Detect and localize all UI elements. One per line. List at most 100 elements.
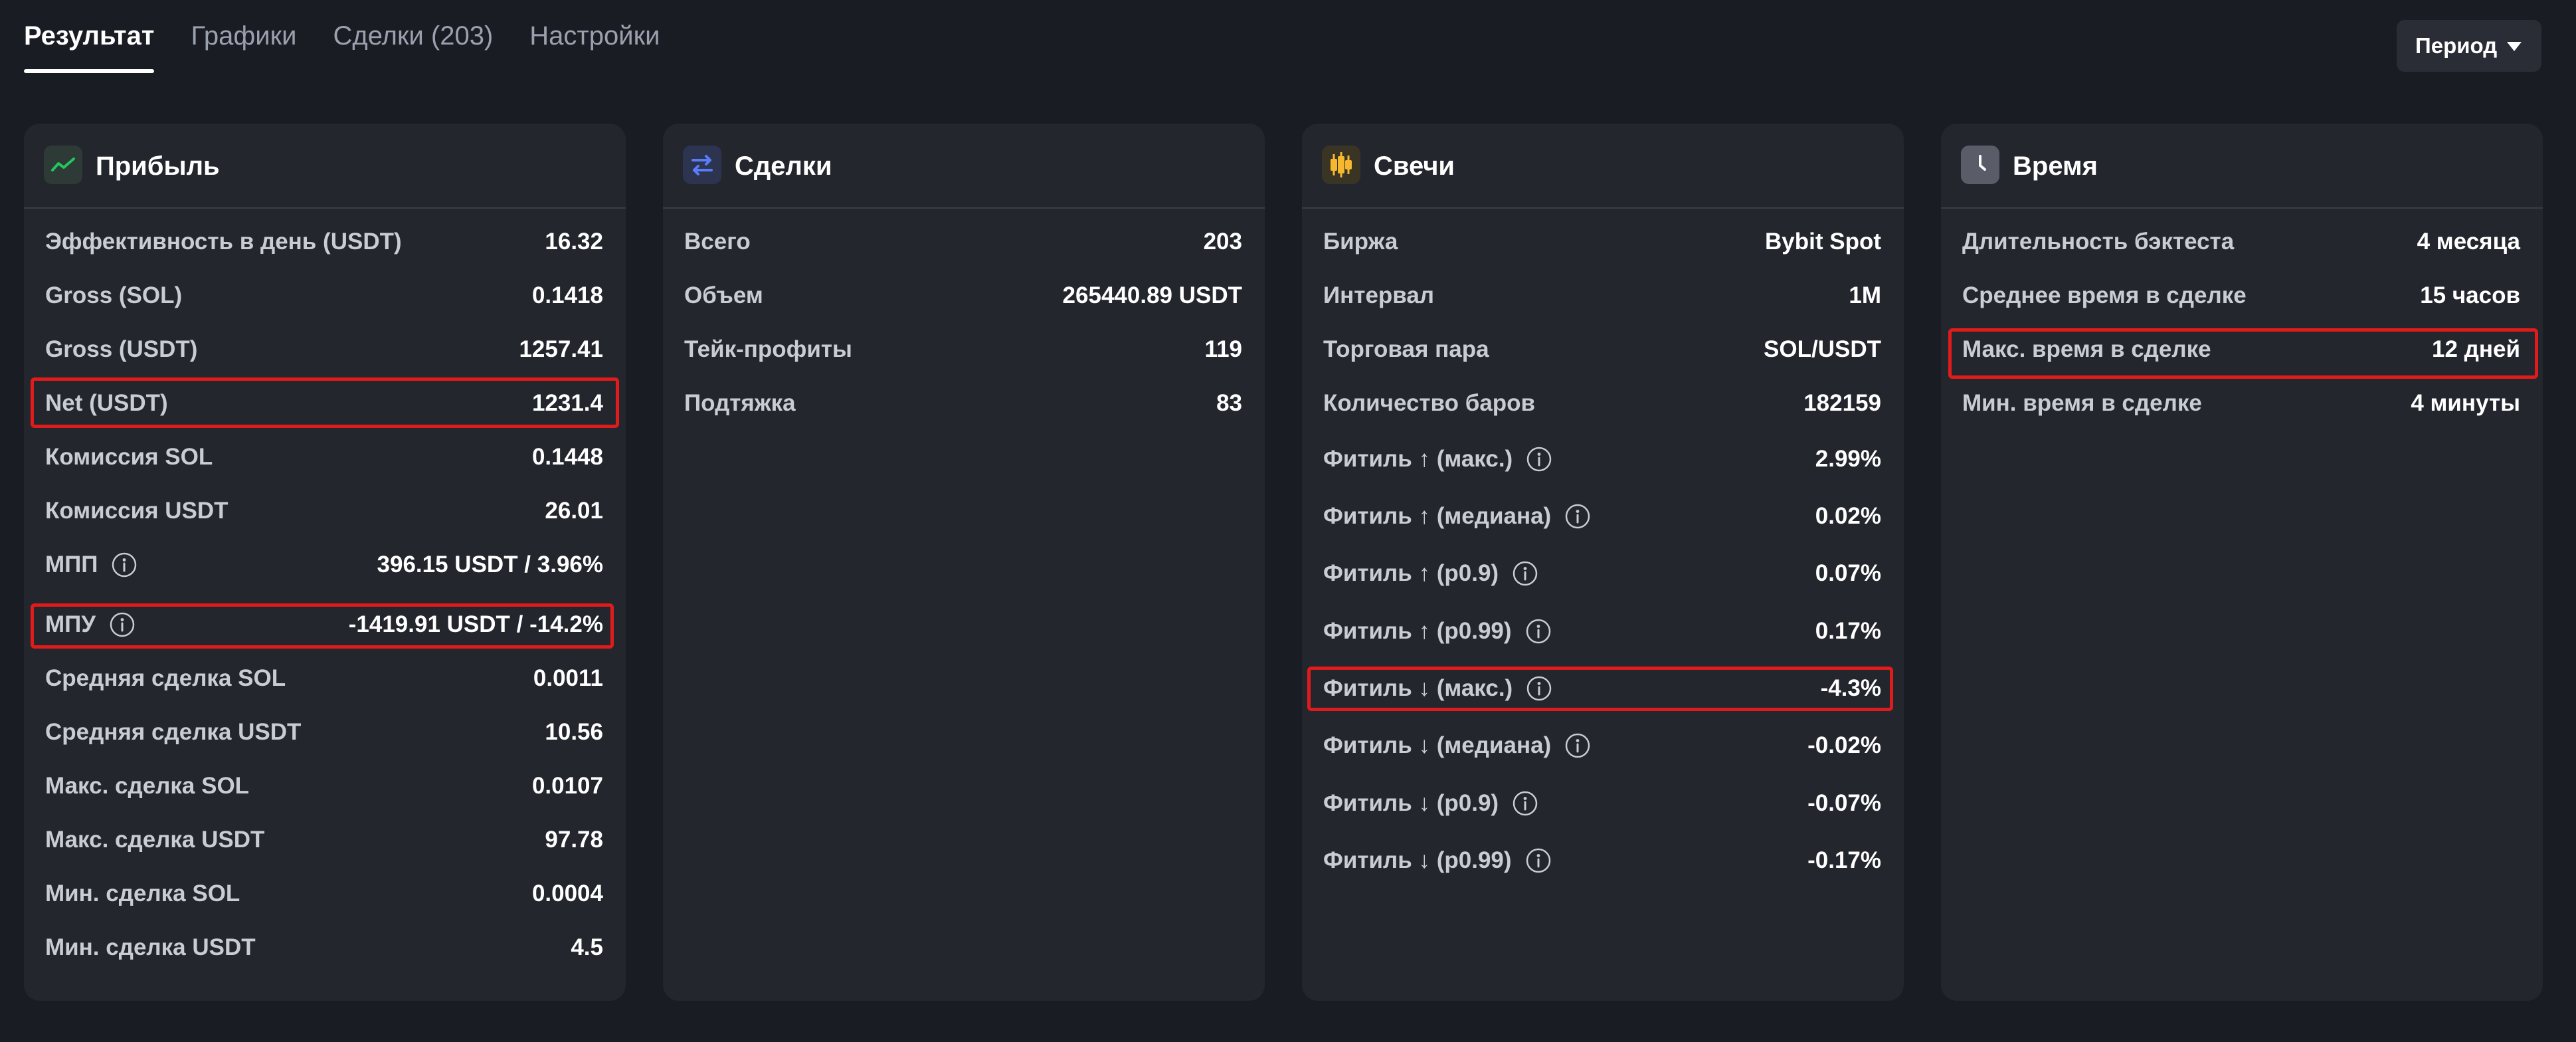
deals-card: Сделки Всего 203 Объем 265440.89 USDT Тейк-п… [663, 124, 1265, 1001]
candles-stat-row: Фитиль ↑ (p0.99) 0.17% [1323, 611, 1881, 651]
candles-stat-label-text: Фитиль ↓ (медиана) [1323, 732, 1552, 758]
profit-stat-row: Net (USDT) 1231.4 [45, 383, 603, 423]
candles-card-header: Свечи [1302, 124, 1904, 209]
profit-card-title: Прибыль [96, 152, 220, 181]
tab-deals[interactable]: Сделки (203) [333, 0, 493, 49]
profit-stat-value: 0.0107 [531, 773, 603, 799]
deals-stat-value: 119 [1204, 336, 1242, 362]
profit-stat-row: МПП 396.15 USDT / 3.96% [45, 545, 603, 585]
time-stat-label: Мин. время в сделке [1962, 383, 2202, 423]
info-icon[interactable] [1525, 847, 1552, 874]
time-card-header: Время [1941, 124, 2543, 209]
profit-stat-row: Комиссия USDT 26.01 [45, 491, 603, 531]
profit-stat-row: Макс. сделка USDT 97.78 [45, 820, 603, 860]
profit-stat-value: 0.0004 [531, 881, 603, 906]
deals-stat-label: Тейк-профиты [684, 330, 852, 369]
profit-stat-value: 0.1418 [531, 282, 603, 308]
candles-icon [1322, 146, 1360, 184]
profit-stat-value: 0.0011 [533, 665, 603, 691]
candles-stat-row: Фитиль ↓ (p0.9) -0.07% [1323, 783, 1881, 823]
candles-stat-value: -0.02% [1807, 732, 1881, 758]
time-stat-label: Среднее время в сделке [1962, 276, 2247, 316]
profit-stat-label-text: Комиссия USDT [45, 498, 229, 524]
profit-stat-value: -1419.91 USDT / -14.2% [348, 611, 603, 637]
info-icon[interactable] [1525, 618, 1552, 645]
period-dropdown[interactable]: Период [2397, 20, 2541, 72]
tab-result[interactable]: Результат [24, 0, 155, 73]
profit-stat-value: 396.15 USDT / 3.96% [377, 552, 603, 577]
profit-stat-value: 26.01 [545, 498, 603, 524]
deals-stat-row: Тейк-профиты 119 [684, 330, 1242, 369]
deals-stat-label: Всего [684, 222, 751, 262]
profit-stat-label: Средняя сделка SOL [45, 659, 286, 698]
candles-stat-label-text: Интервал [1323, 282, 1435, 308]
deals-stat-value: 265440.89 USDT [1062, 282, 1242, 308]
candles-stat-row: Фитиль ↑ (макс.) 2.99% [1323, 439, 1881, 479]
candles-stat-row: Торговая пара SOL/USDT [1323, 330, 1881, 369]
profit-stat-label-text: Эффективность в день (USDT) [45, 229, 402, 255]
candles-stat-value: -0.07% [1807, 790, 1881, 816]
time-stat-row: Макс. время в сделке 12 дней [1962, 330, 2520, 369]
info-icon[interactable] [1564, 732, 1591, 759]
candles-stat-label: Фитиль ↑ (p0.99) [1323, 611, 1552, 651]
candles-stat-label-text: Количество баров [1323, 390, 1536, 416]
deals-stat-label-text: Подтяжка [684, 390, 796, 416]
candles-stat-value: 0.17% [1815, 618, 1881, 644]
profit-stat-label: Средняя сделка USDT [45, 712, 301, 752]
profit-stat-label-text: МПП [45, 552, 98, 577]
profit-stat-label-text: Макс. сделка USDT [45, 827, 265, 853]
info-icon[interactable] [1512, 790, 1538, 817]
profit-stat-label: Gross (USDT) [45, 330, 197, 369]
profit-stat-row: Gross (USDT) 1257.41 [45, 330, 603, 369]
info-icon[interactable] [1564, 503, 1591, 530]
deals-stat-row: Объем 265440.89 USDT [684, 276, 1242, 316]
time-stat-label-text: Длительность бэктеста [1962, 229, 2235, 255]
tab-charts[interactable]: Графики [191, 0, 296, 49]
profit-stat-row: Эффективность в день (USDT) 16.32 [45, 222, 603, 262]
profit-stat-label: Макс. сделка SOL [45, 766, 249, 806]
time-card-title: Время [2013, 152, 2098, 181]
swap-arrows-icon [683, 146, 721, 184]
candles-stat-value: Bybit Spot [1765, 229, 1881, 255]
profit-stat-label: МПУ [45, 605, 136, 645]
profit-stat-value: 0.1448 [531, 444, 603, 470]
candles-stat-label: Биржа [1323, 222, 1398, 262]
candles-stat-label: Торговая пара [1323, 330, 1489, 369]
info-icon[interactable] [1526, 675, 1552, 702]
candles-stat-label-text: Фитиль ↑ (медиана) [1323, 503, 1552, 529]
candles-stat-label-text: Фитиль ↓ (p0.99) [1323, 847, 1512, 873]
candles-stat-label-text: Фитиль ↑ (макс.) [1323, 446, 1513, 472]
deals-stat-value: 203 [1203, 229, 1242, 255]
profit-stat-value: 4.5 [571, 934, 603, 960]
candles-stat-value: 0.07% [1815, 560, 1881, 586]
deals-stat-value: 83 [1216, 390, 1242, 416]
time-stat-label-text: Среднее время в сделке [1962, 282, 2247, 308]
candles-stat-label-text: Торговая пара [1323, 336, 1489, 362]
deals-stat-row: Подтяжка 83 [684, 383, 1242, 423]
info-icon[interactable] [1526, 446, 1552, 472]
tab-settings[interactable]: Настройки [529, 0, 660, 49]
candles-stat-label: Фитиль ↓ (макс.) [1323, 669, 1552, 708]
deals-stat-label-text: Тейк-профиты [684, 336, 852, 362]
tab-bar: Результат Графики Сделки (203) Настройки [24, 0, 696, 78]
candles-stat-label-text: Фитиль ↑ (p0.9) [1323, 560, 1499, 586]
profit-stat-row: Макс. сделка SOL 0.0107 [45, 766, 603, 806]
info-icon[interactable] [1512, 560, 1538, 587]
info-icon[interactable] [111, 552, 138, 578]
profit-stat-label-text: Gross (SOL) [45, 282, 183, 308]
profit-stat-label: Эффективность в день (USDT) [45, 222, 402, 262]
deals-stat-row: Всего 203 [684, 222, 1242, 262]
profit-card: Прибыль Эффективность в день (USDT) 16.32… [24, 124, 626, 1001]
profit-stat-label-text: Мин. сделка USDT [45, 934, 256, 960]
profit-stat-label-text: МПУ [45, 611, 96, 637]
candles-stat-row: Фитиль ↓ (p0.99) -0.17% [1323, 841, 1881, 881]
candles-stat-row: Количество баров 182159 [1323, 383, 1881, 423]
profit-stat-label-text: Комиссия SOL [45, 444, 213, 470]
info-icon[interactable] [109, 611, 136, 638]
time-stat-row: Длительность бэктеста 4 месяца [1962, 222, 2520, 262]
deals-stat-label: Подтяжка [684, 383, 796, 423]
candles-card-title: Свечи [1374, 152, 1455, 181]
profit-stat-label-text: Gross (USDT) [45, 336, 198, 362]
candles-stat-row: Фитиль ↓ (медиана) -0.02% [1323, 726, 1881, 766]
profit-stat-value: 1257.41 [519, 336, 603, 362]
